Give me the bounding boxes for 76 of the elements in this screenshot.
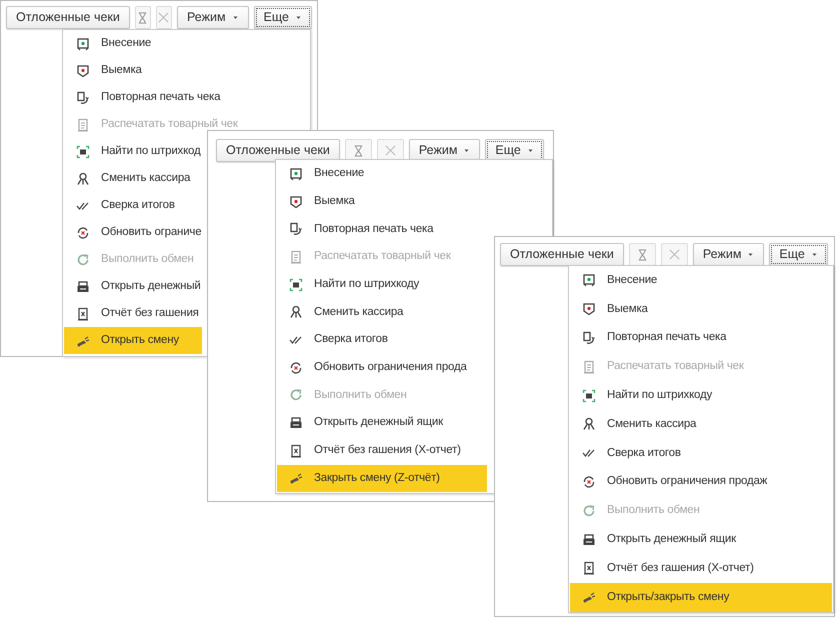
menu-item[interactable]: Сверка итогов [570,438,832,468]
menu-item[interactable]: Сменить кассира [570,410,832,439]
report-x-icon [76,306,90,320]
caret-icon [294,14,302,21]
caret-icon [232,14,239,21]
menu-item[interactable]: Открыть смену [64,327,202,354]
caret-icon [526,147,534,154]
menu-item[interactable]: Найти по штрихкод [64,138,202,165]
reprint-icon [582,330,596,345]
caret-icon [810,251,818,258]
document-icon [582,360,596,374]
menu-item[interactable]: Выемка [277,188,551,216]
menu-item[interactable]: Отчёт без гашения [64,300,202,327]
person-icon [289,305,303,320]
report-x-icon [289,444,303,458]
refresh-x-icon [582,474,596,489]
reprint-icon [289,222,303,236]
menu-item[interactable]: Выемка [570,294,832,324]
deposit-icon [76,36,90,50]
refresh-icon [76,252,90,266]
caret-icon [747,251,754,258]
barcode-scan-icon [76,144,90,158]
close-icon [384,144,397,157]
deposit-icon [582,273,596,288]
dropdown-button[interactable]: Еще [769,243,828,266]
menu-item[interactable]: Повторная печать чека [277,215,487,244]
menu-item[interactable]: Выемка [64,57,309,84]
report-x-icon [582,561,596,576]
menu-item[interactable]: Сменить кассира [64,165,202,192]
shield-icon [582,302,596,316]
deferred-receipts-button[interactable]: Отложенные чеки [6,6,130,29]
cash-drawer-icon [76,280,90,294]
menu-item[interactable]: Обновить ограниче [64,219,202,246]
menu-item[interactable]: Внесение [570,266,832,295]
menu-item[interactable]: Найти по штрихкоду [277,270,487,298]
person-icon [582,417,596,432]
menu-item[interactable]: Повторная печать чека [64,84,309,111]
dropdown-button[interactable]: Режим [692,243,764,266]
refresh-icon [582,504,596,518]
menu-item[interactable]: Обновить ограничения прода [277,354,487,382]
menu-item[interactable]: Открыть денежный [64,273,202,300]
menu-item[interactable]: Обновить ограничения продаж [570,468,832,496]
refresh-x-icon [289,360,303,375]
cash-drawer-icon [289,416,303,430]
cash-drawer-icon [582,532,596,547]
menu-item[interactable]: Отчёт без гашения (X-отчет) [570,554,832,583]
refresh-icon [289,388,303,402]
shield-icon [289,194,303,209]
document-icon [76,118,90,132]
menu-item[interactable]: Найти по штрихкоду [570,381,832,410]
dropdown-button[interactable]: Еще [254,6,312,29]
menu-item[interactable]: Внесение [64,30,309,57]
refresh-x-icon [76,226,90,240]
deposit-icon [289,166,303,181]
document-icon [289,250,303,264]
close-icon [668,248,681,261]
dropdown-button[interactable]: Режим [177,6,249,29]
deferred-receipts-button[interactable]: Отложенные чеки [500,243,624,266]
menu-item[interactable]: Отчёт без гашения (X-отчет) [277,436,487,465]
menu-item[interactable]: Сменить кассира [277,298,487,326]
menu-item[interactable]: Сверка итогов [64,192,202,219]
menu-item[interactable]: Открыть денежный ящик [277,409,487,437]
close-icon [157,11,170,24]
menu-item[interactable]: Сверка итогов [277,326,487,354]
barcode-scan-icon [289,278,303,292]
barcode-scan-icon [582,388,596,403]
menu-item[interactable]: Закрыть смену (Z-отчёт) [277,464,487,492]
caret-icon [463,147,470,154]
deferred-receipts-button[interactable]: Отложенные чеки [216,139,340,162]
menu-item[interactable]: Открыть денежный ящик [570,525,832,554]
person-icon [76,172,90,186]
menu-item[interactable]: Повторная печать чека [570,324,832,352]
shield-icon [76,64,90,78]
reprint-icon [76,90,90,104]
menu-item[interactable]: Внесение [277,160,551,188]
menu-item[interactable]: Открыть/закрыть смену [570,582,832,612]
